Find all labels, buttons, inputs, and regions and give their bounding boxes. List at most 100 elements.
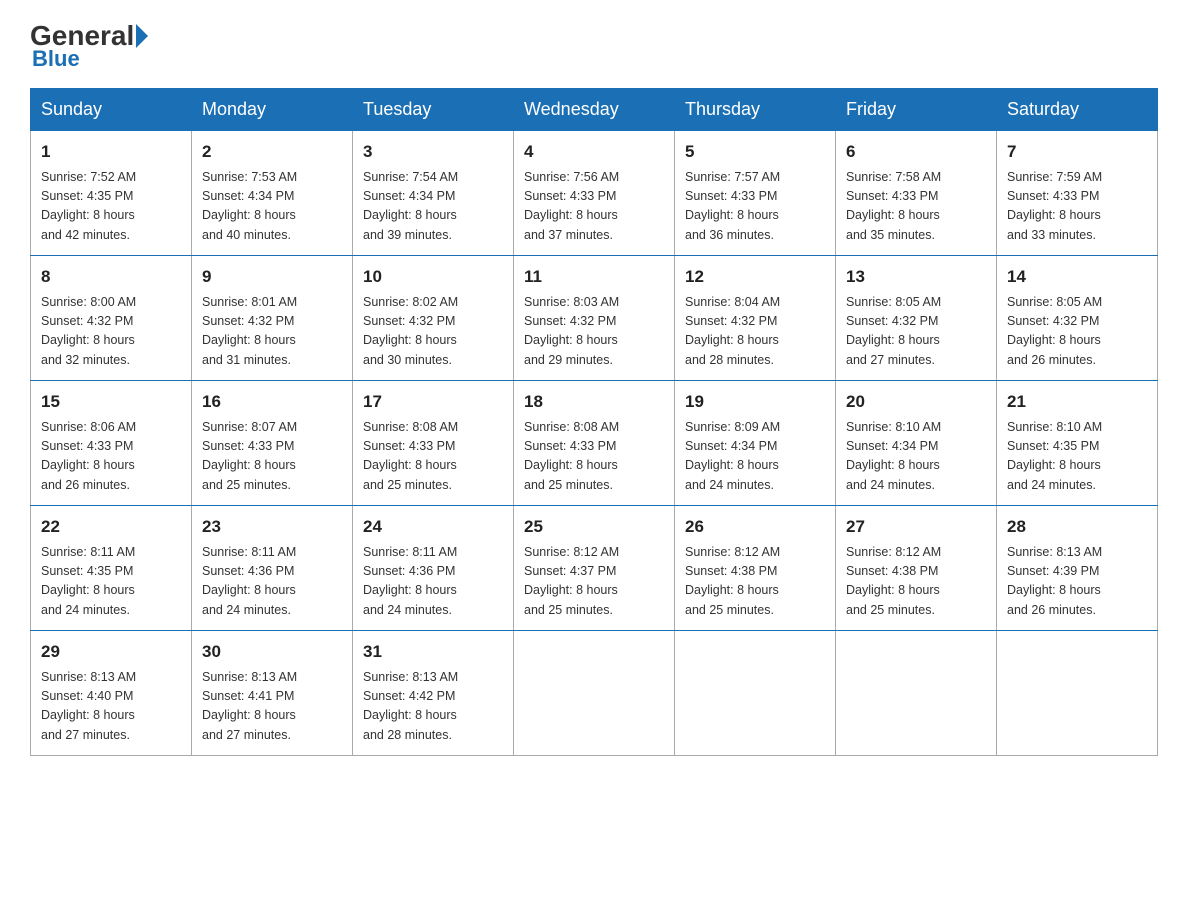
day-info: Sunrise: 8:10 AMSunset: 4:35 PMDaylight:…	[1007, 418, 1147, 496]
header-thursday: Thursday	[675, 89, 836, 131]
day-number: 27	[846, 514, 986, 540]
day-number: 26	[685, 514, 825, 540]
day-cell-5: 5 Sunrise: 7:57 AMSunset: 4:33 PMDaylight…	[675, 131, 836, 256]
day-number: 10	[363, 264, 503, 290]
day-info: Sunrise: 8:04 AMSunset: 4:32 PMDaylight:…	[685, 293, 825, 371]
day-info: Sunrise: 8:13 AMSunset: 4:41 PMDaylight:…	[202, 668, 342, 746]
day-number: 4	[524, 139, 664, 165]
empty-cell	[514, 631, 675, 756]
day-info: Sunrise: 7:54 AMSunset: 4:34 PMDaylight:…	[363, 168, 503, 246]
day-info: Sunrise: 8:00 AMSunset: 4:32 PMDaylight:…	[41, 293, 181, 371]
day-cell-28: 28 Sunrise: 8:13 AMSunset: 4:39 PMDayligh…	[997, 506, 1158, 631]
day-cell-29: 29 Sunrise: 8:13 AMSunset: 4:40 PMDayligh…	[31, 631, 192, 756]
day-number: 7	[1007, 139, 1147, 165]
day-cell-4: 4 Sunrise: 7:56 AMSunset: 4:33 PMDaylight…	[514, 131, 675, 256]
logo-arrow-icon	[136, 24, 148, 48]
day-info: Sunrise: 8:08 AMSunset: 4:33 PMDaylight:…	[524, 418, 664, 496]
header-wednesday: Wednesday	[514, 89, 675, 131]
day-info: Sunrise: 7:57 AMSunset: 4:33 PMDaylight:…	[685, 168, 825, 246]
day-cell-14: 14Sunrise: 8:05 AMSunset: 4:32 PMDayligh…	[997, 256, 1158, 381]
empty-cell	[997, 631, 1158, 756]
day-cell-19: 19Sunrise: 8:09 AMSunset: 4:34 PMDayligh…	[675, 381, 836, 506]
day-number: 18	[524, 389, 664, 415]
day-cell-21: 21 Sunrise: 8:10 AMSunset: 4:35 PMDayligh…	[997, 381, 1158, 506]
header-friday: Friday	[836, 89, 997, 131]
day-cell-1: 1 Sunrise: 7:52 AMSunset: 4:35 PMDaylight…	[31, 131, 192, 256]
page-header: General Blue	[30, 20, 1158, 72]
day-number: 13	[846, 264, 986, 290]
header-tuesday: Tuesday	[353, 89, 514, 131]
day-info: Sunrise: 7:52 AMSunset: 4:35 PMDaylight:…	[41, 168, 181, 246]
day-info: Sunrise: 8:06 AMSunset: 4:33 PMDaylight:…	[41, 418, 181, 496]
week-row-5: 29 Sunrise: 8:13 AMSunset: 4:40 PMDayligh…	[31, 631, 1158, 756]
day-info: Sunrise: 8:05 AMSunset: 4:32 PMDaylight:…	[846, 293, 986, 371]
day-cell-11: 11 Sunrise: 8:03 AMSunset: 4:32 PMDayligh…	[514, 256, 675, 381]
day-cell-3: 3 Sunrise: 7:54 AMSunset: 4:34 PMDaylight…	[353, 131, 514, 256]
calendar-table: SundayMondayTuesdayWednesdayThursdayFrid…	[30, 88, 1158, 756]
day-number: 23	[202, 514, 342, 540]
day-info: Sunrise: 8:08 AMSunset: 4:33 PMDaylight:…	[363, 418, 503, 496]
day-cell-17: 17 Sunrise: 8:08 AMSunset: 4:33 PMDayligh…	[353, 381, 514, 506]
day-number: 12	[685, 264, 825, 290]
day-cell-31: 31 Sunrise: 8:13 AMSunset: 4:42 PMDayligh…	[353, 631, 514, 756]
day-info: Sunrise: 7:59 AMSunset: 4:33 PMDaylight:…	[1007, 168, 1147, 246]
day-cell-20: 20Sunrise: 8:10 AMSunset: 4:34 PMDayligh…	[836, 381, 997, 506]
day-number: 3	[363, 139, 503, 165]
header-saturday: Saturday	[997, 89, 1158, 131]
day-cell-23: 23 Sunrise: 8:11 AMSunset: 4:36 PMDayligh…	[192, 506, 353, 631]
day-cell-2: 2 Sunrise: 7:53 AMSunset: 4:34 PMDaylight…	[192, 131, 353, 256]
day-number: 30	[202, 639, 342, 665]
week-row-4: 22 Sunrise: 8:11 AMSunset: 4:35 PMDayligh…	[31, 506, 1158, 631]
day-info: Sunrise: 8:12 AMSunset: 4:38 PMDaylight:…	[685, 543, 825, 621]
day-number: 25	[524, 514, 664, 540]
week-row-2: 8 Sunrise: 8:00 AMSunset: 4:32 PMDaylight…	[31, 256, 1158, 381]
header-sunday: Sunday	[31, 89, 192, 131]
day-cell-22: 22 Sunrise: 8:11 AMSunset: 4:35 PMDayligh…	[31, 506, 192, 631]
day-number: 2	[202, 139, 342, 165]
day-info: Sunrise: 8:13 AMSunset: 4:40 PMDaylight:…	[41, 668, 181, 746]
day-info: Sunrise: 8:11 AMSunset: 4:35 PMDaylight:…	[41, 543, 181, 621]
day-info: Sunrise: 8:05 AMSunset: 4:32 PMDaylight:…	[1007, 293, 1147, 371]
day-number: 31	[363, 639, 503, 665]
day-number: 29	[41, 639, 181, 665]
day-info: Sunrise: 7:56 AMSunset: 4:33 PMDaylight:…	[524, 168, 664, 246]
day-cell-26: 26 Sunrise: 8:12 AMSunset: 4:38 PMDayligh…	[675, 506, 836, 631]
day-number: 5	[685, 139, 825, 165]
day-number: 17	[363, 389, 503, 415]
day-cell-16: 16 Sunrise: 8:07 AMSunset: 4:33 PMDayligh…	[192, 381, 353, 506]
day-info: Sunrise: 8:11 AMSunset: 4:36 PMDaylight:…	[363, 543, 503, 621]
day-info: Sunrise: 8:03 AMSunset: 4:32 PMDaylight:…	[524, 293, 664, 371]
day-info: Sunrise: 7:58 AMSunset: 4:33 PMDaylight:…	[846, 168, 986, 246]
day-info: Sunrise: 7:53 AMSunset: 4:34 PMDaylight:…	[202, 168, 342, 246]
day-info: Sunrise: 8:11 AMSunset: 4:36 PMDaylight:…	[202, 543, 342, 621]
day-info: Sunrise: 8:07 AMSunset: 4:33 PMDaylight:…	[202, 418, 342, 496]
day-cell-9: 9Sunrise: 8:01 AMSunset: 4:32 PMDaylight…	[192, 256, 353, 381]
day-cell-30: 30 Sunrise: 8:13 AMSunset: 4:41 PMDayligh…	[192, 631, 353, 756]
day-number: 21	[1007, 389, 1147, 415]
day-cell-8: 8 Sunrise: 8:00 AMSunset: 4:32 PMDaylight…	[31, 256, 192, 381]
day-cell-12: 12 Sunrise: 8:04 AMSunset: 4:32 PMDayligh…	[675, 256, 836, 381]
day-number: 8	[41, 264, 181, 290]
day-number: 16	[202, 389, 342, 415]
day-cell-10: 10Sunrise: 8:02 AMSunset: 4:32 PMDayligh…	[353, 256, 514, 381]
day-cell-18: 18 Sunrise: 8:08 AMSunset: 4:33 PMDayligh…	[514, 381, 675, 506]
day-number: 20	[846, 389, 986, 415]
week-row-3: 15Sunrise: 8:06 AMSunset: 4:33 PMDayligh…	[31, 381, 1158, 506]
day-info: Sunrise: 8:13 AMSunset: 4:42 PMDaylight:…	[363, 668, 503, 746]
day-number: 11	[524, 264, 664, 290]
day-number: 22	[41, 514, 181, 540]
header-monday: Monday	[192, 89, 353, 131]
day-info: Sunrise: 8:12 AMSunset: 4:38 PMDaylight:…	[846, 543, 986, 621]
day-info: Sunrise: 8:13 AMSunset: 4:39 PMDaylight:…	[1007, 543, 1147, 621]
day-number: 28	[1007, 514, 1147, 540]
empty-cell	[836, 631, 997, 756]
header-row: SundayMondayTuesdayWednesdayThursdayFrid…	[31, 89, 1158, 131]
day-cell-15: 15Sunrise: 8:06 AMSunset: 4:33 PMDayligh…	[31, 381, 192, 506]
day-cell-27: 27 Sunrise: 8:12 AMSunset: 4:38 PMDayligh…	[836, 506, 997, 631]
logo-blue: Blue	[30, 46, 80, 72]
day-info: Sunrise: 8:09 AMSunset: 4:34 PMDaylight:…	[685, 418, 825, 496]
day-cell-7: 7 Sunrise: 7:59 AMSunset: 4:33 PMDaylight…	[997, 131, 1158, 256]
day-number: 1	[41, 139, 181, 165]
day-number: 6	[846, 139, 986, 165]
week-row-1: 1 Sunrise: 7:52 AMSunset: 4:35 PMDaylight…	[31, 131, 1158, 256]
